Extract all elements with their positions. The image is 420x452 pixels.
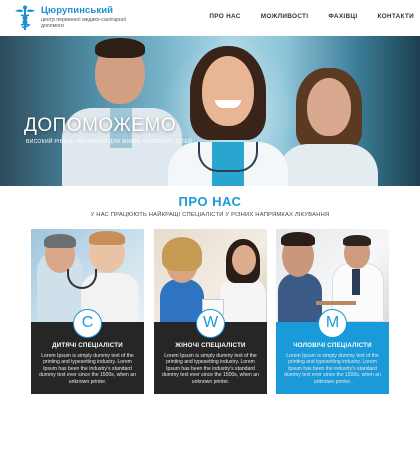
card-men[interactable]: M ЧОЛОВІЧІ СПЕЦІАЛІСТИ Lorem Ipsum is si… [276,229,389,394]
nav-item-features[interactable]: МОЖЛИВОСТІ [261,13,309,20]
brand-subtitle: центр первинної медико-санітарної допомо… [41,17,127,30]
card-children[interactable]: C ДИТЯЧІ СПЕЦІАЛІСТИ Lorem Ipsum is simp… [31,229,144,394]
card-text-children: Lorem Ipsum is simply dummy text of the … [39,353,136,385]
doctor-photo-right [278,46,378,186]
about-subtitle: У НАС ПРАЦЮЮТЬ НАЙКРАЩІ СПЕЦІАЛІСТИ У РІ… [90,212,330,218]
card-title-women: ЖІНОЧІ СПЕЦІАЛІСТИ [175,342,246,349]
card-women[interactable]: W ЖІНОЧІ СПЕЦІАЛІСТИ Lorem Ipsum is simp… [154,229,267,394]
card-badge-children: C [73,309,102,338]
hero-title: ДОПОМОЖЕМО [24,115,177,136]
card-text-women: Lorem Ipsum is simply dummy text of the … [162,353,259,385]
hero-banner: ДОПОМОЖЕМО ВИСОКИЙ РІВЕНЬ ЛІКУВАННЯ ДЛЯ … [0,36,420,186]
card-text-men: Lorem Ipsum is simply dummy text of the … [284,353,381,385]
caduceus-icon[interactable] [14,5,36,31]
nav-item-contacts[interactable]: КОНТАКТИ [377,13,414,20]
nav-item-specialists[interactable]: ФАХІВЦІ [328,13,357,20]
main-nav: ПРО НАС МОЖЛИВОСТІ ФАХІВЦІ КОНТАКТИ [209,13,414,20]
about-title: ПРО НАС [178,194,242,209]
site-header: Цюрупинський центр первинної медико-сані… [0,0,420,36]
card-badge-men: M [318,309,347,338]
brand-title: Цюрупинський [41,5,114,16]
brand[interactable]: Цюрупинський центр первинної медико-сані… [41,5,141,29]
nav-item-about[interactable]: ПРО НАС [209,13,240,20]
doctor-photo-center [168,38,288,186]
hero-subtitle: ВИСОКИЙ РІВЕНЬ ЛІКУВАННЯ ДЛЯ ЖІНОК, ЧОЛО… [26,139,193,145]
doctor-photo-left [62,36,182,186]
card-title-children: ДИТЯЧІ СПЕЦІАЛІСТИ [52,342,123,349]
card-badge-women: W [196,309,225,338]
card-title-men: ЧОЛОВІЧІ СПЕЦІАЛІСТИ [293,342,372,349]
